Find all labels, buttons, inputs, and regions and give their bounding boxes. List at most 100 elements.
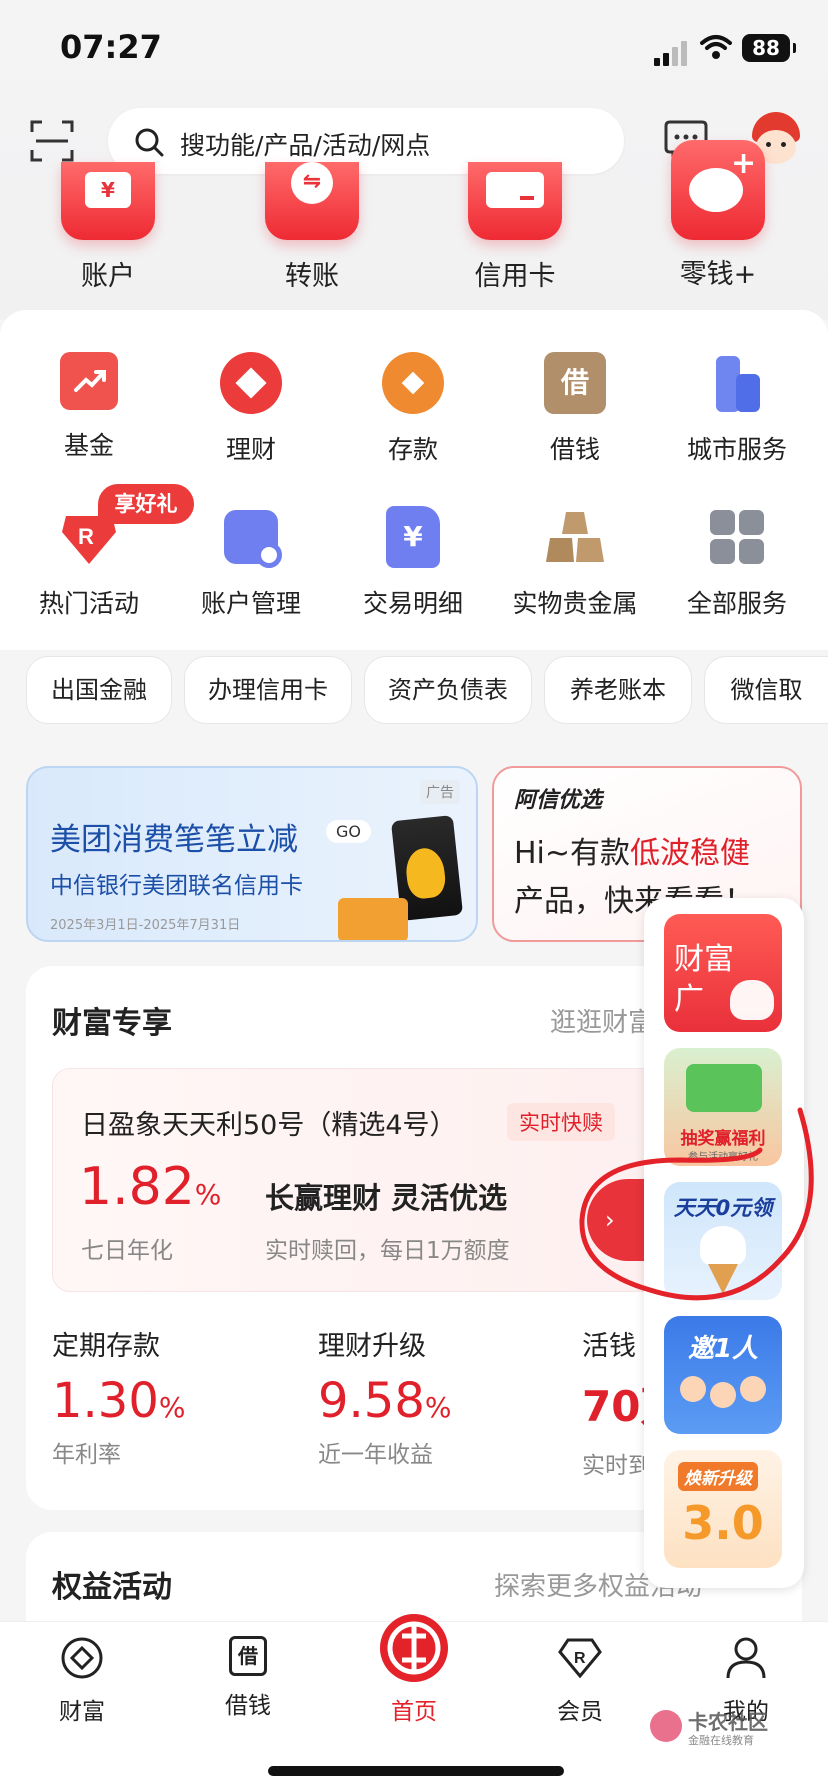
search-placeholder: 搜功能/产品/活动/网点 [180,131,431,160]
tab-member[interactable]: R 会员 [520,1636,640,1726]
chip-balance-sheet[interactable]: 资产负债表 [364,656,532,724]
product-desc: 实时赎回，每日1万额度 [265,1238,510,1264]
quick-action-label: 账户 [81,261,135,292]
floating-upgrade-text: 焕新升级 [678,1462,758,1491]
wealth-item-unit: % [424,1391,452,1424]
service-city[interactable]: 城市服务 [662,352,812,466]
banner-line1-prefix: Hi~有款 [514,836,631,871]
service-label: 热门活动 [38,589,139,618]
service-label: 交易明细 [362,589,463,618]
chip-pension-ledger[interactable]: 养老账本 [544,656,692,724]
tab-wealth[interactable]: 财富 [22,1636,142,1726]
pointing-hand-icon [730,980,774,1020]
member-tab-icon: R [558,1638,602,1679]
floating-upgrade-sub: 3.0 [682,1496,764,1550]
floating-wealth-plaza-text: 财富广 [674,942,734,1017]
wealth-diamond-icon [220,352,282,414]
hand-drawn-circle-annotation [579,1107,814,1301]
transaction-detail-icon: ¥ [386,506,440,568]
svg-text:R: R [78,524,94,549]
service-borrow[interactable]: 借 借钱 [500,352,650,466]
wealth-item-unit: % [158,1391,186,1424]
piggy-bank-icon: + [671,140,765,240]
service-fund[interactable]: 基金 [14,352,164,462]
wealth-item-label: 近一年收益 [318,1442,433,1468]
borrow-tab-icon: 借 [229,1636,267,1676]
fund-chart-icon [60,352,118,410]
quick-action-credit-card[interactable]: 信用卡 [445,162,585,293]
service-all[interactable]: 全部服务 [662,506,812,620]
home-indicator [268,1766,564,1776]
status-time: 07:27 [60,28,162,66]
credit-card-icon [468,162,562,240]
banner-line1-highlight: 低波稳健 [630,836,751,871]
wealth-item-title: 定期存款 [52,1331,160,1362]
chip-apply-credit-card[interactable]: 办理信用卡 [184,656,352,724]
banner-subtitle: 中信银行美团联名信用卡 [50,873,303,899]
tab-label: 财富 [59,1699,105,1725]
transfer-icon: ⇋ [265,162,359,240]
wealth-item-value: 9.58% [318,1373,548,1429]
banner-title: 美团消费笔笔立减 [50,822,298,858]
people-icon-3 [740,1376,766,1402]
tab-home[interactable]: 首页 [354,1612,474,1726]
wealth-item-fixed-deposit[interactable]: 定期存款 1.30% 年利率 [52,1324,282,1469]
service-transaction-detail[interactable]: ¥ 交易明细 [338,506,488,620]
floating-upgrade[interactable]: 焕新升级 3.0 [664,1450,782,1568]
service-label: 账户管理 [200,589,301,618]
scan-icon[interactable] [30,120,74,162]
profile-tab-icon [726,1637,766,1679]
service-label: 理财 [225,435,276,464]
borrow-icon: 借 [544,352,606,414]
city-service-icon [706,352,768,414]
gold-bar-icon [544,506,606,568]
chip-wechat[interactable]: 微信取 [704,656,828,724]
floating-wealth-plaza[interactable]: 财富广 [664,914,782,1032]
people-icon [680,1376,706,1402]
quick-action-label: 转账 [285,261,339,292]
service-account-manage[interactable]: 账户管理 [176,506,326,620]
service-label: 借钱 [549,435,600,464]
service-label: 基金 [63,431,114,460]
gift-box-image [338,898,408,940]
product-rate-label: 七日年化 [81,1238,173,1264]
chip-overseas-finance[interactable]: 出国金融 [26,656,172,724]
wealth-item-value: 1.30% [52,1373,282,1429]
service-label: 存款 [387,435,438,464]
watermark-name: 卡农社区 [688,1710,768,1734]
account-manage-icon [220,506,282,568]
wealth-more-link[interactable]: 逛逛财富 [550,1002,654,1039]
deposit-coin-icon [382,352,444,414]
battery-indicator: 88 [742,34,796,62]
service-deposit[interactable]: 存款 [338,352,488,466]
quick-action-transfer[interactable]: ⇋ 转账 [242,162,382,293]
banner-go: GO [326,820,371,843]
service-wealth[interactable]: 理财 [176,352,326,466]
quick-action-change-plus[interactable]: + 零钱+ [648,140,788,291]
banner-meituan-credit-card[interactable]: 广告 美团消费笔笔立减 GO 中信银行美团联名信用卡 2025年3月1日-202… [26,766,478,942]
service-precious-metal[interactable]: 实物贵金属 [500,506,650,620]
account-wallet-icon: ¥ [61,162,155,240]
wealth-item-title: 理财升级 [318,1331,426,1362]
status-bar: 07:27 88 [0,0,828,100]
tab-label: 借钱 [225,1693,271,1719]
service-label: 全部服务 [686,589,787,618]
equity-section-title: 权益活动 [52,1570,172,1605]
svg-text:R: R [574,1650,586,1667]
watermark-sub: 金融在线教育 [688,1734,754,1747]
wealth-item-upgrade[interactable]: 理财升级 9.58% 近一年收益 [318,1324,548,1469]
product-slogan: 长赢理财 灵活优选 [265,1181,508,1215]
watermark-logo-icon [650,1710,682,1742]
service-label: 城市服务 [686,435,787,464]
signal-icon [654,38,688,66]
product-rate: 1.82% [79,1157,221,1217]
tab-label: 首页 [391,1699,437,1725]
banner-brand: 阿信优选 [514,788,603,813]
banner-date: 2025年3月1日-2025年7月31日 [50,918,241,933]
wealth-item-number: 1.30 [52,1373,159,1429]
quick-action-account[interactable]: ¥ 账户 [38,162,178,293]
wifi-icon [700,35,732,59]
wealth-section-title: 财富专享 [52,1006,172,1041]
tab-borrow[interactable]: 借 借钱 [188,1636,308,1720]
watermark: 卡农社区 金融在线教育 [650,1704,826,1754]
